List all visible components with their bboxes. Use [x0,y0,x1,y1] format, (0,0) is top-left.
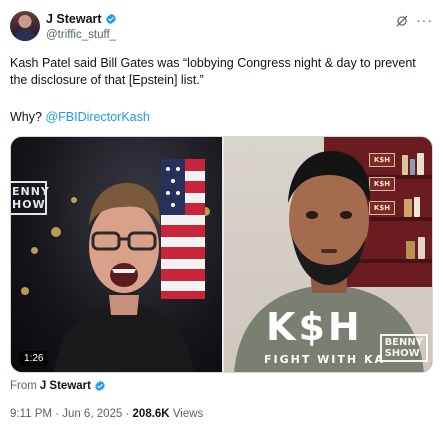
bokeh-light [21,287,29,295]
show-watermark: BENNY SHOW [379,334,428,362]
more-icon[interactable]: ··· [416,13,433,27]
host-figure-image [54,183,194,372]
verified-badge-icon [105,13,116,25]
from-author-link[interactable]: J Stewart [40,380,91,392]
shirt-logo-text: K$H [266,305,363,349]
author-name-row: J Stewart [46,12,117,26]
show-logo: ENNY HOW [11,181,49,215]
author-block[interactable]: J Stewart @triffic_stuff_ [46,12,117,41]
video-left-pane: ENNY HOW 1:26 [11,137,223,372]
author-display-name[interactable]: J Stewart [46,12,102,26]
bokeh-light [31,247,38,254]
post-why-line: Why? @FBIDirectorKash [10,109,150,126]
post-header: J Stewart @triffic_stuff_ ··· [10,10,433,46]
video-duration-badge: 1:26 [19,351,49,366]
views-label: Views [169,408,204,420]
from-prefix: From [10,380,37,392]
post-meta: 9:11 PM · Jun 6, 2025 · 208.6K Views [10,408,203,420]
video-player[interactable]: ENNY HOW 1:26 K$H K$H K$H K$H FIGHT WITH… [10,136,433,373]
post-text-line: Kash Patel said Bill Gates was “lobbying… [10,56,416,87]
post-text: Kash Patel said Bill Gates was “lobbying… [10,55,433,89]
post-timestamp[interactable]: 9:11 PM · Jun 6, 2025 · [10,408,133,420]
video-right-pane: K$H K$H K$H K$H FIGHT WITH KA BENNY SHOW [224,137,432,372]
mention-link[interactable]: @FBIDirectorKash [45,110,149,124]
shirt-tagline-text: FIGHT WITH KA [264,353,385,366]
grok-icon[interactable] [395,14,409,28]
video-attribution: From J Stewart [10,380,106,392]
why-prefix: Why? [10,110,46,124]
author-handle[interactable]: @triffic_stuff_ [46,29,117,41]
views-count: 208.6K [132,408,170,420]
avatar-shirt [15,29,35,41]
avatar[interactable] [10,11,40,41]
verified-badge-icon [95,380,105,392]
